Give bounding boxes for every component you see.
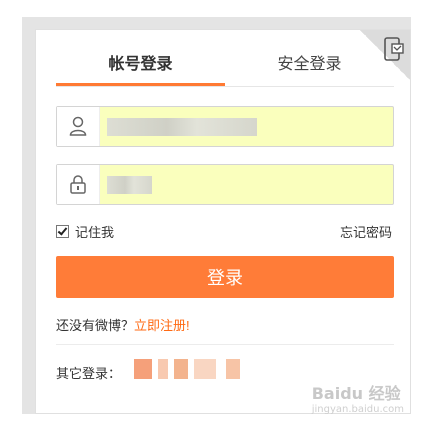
user-icon <box>69 116 87 136</box>
username-field[interactable] <box>56 106 394 147</box>
username-value-masked <box>107 118 257 136</box>
remember-me[interactable]: 记住我 <box>56 222 114 241</box>
divider <box>56 344 394 345</box>
extra-login-icon[interactable] <box>226 359 240 379</box>
watermark-sub: jingyan.baidu.com <box>311 404 404 415</box>
tab-account-login[interactable]: 帐号登录 <box>56 48 225 86</box>
register-prefix: 还没有微博？ <box>56 318 135 333</box>
more-login-icon[interactable] <box>194 359 216 379</box>
password-field[interactable] <box>56 164 394 205</box>
login-card: 帐号登录 安全登录 记住我 忘记密码 登录 还没有微博？立即注册! 其它登录： <box>35 29 411 414</box>
watermark-text: Baidu 经验 <box>311 384 401 403</box>
register-prompt: 还没有微博？立即注册! <box>56 315 190 334</box>
wechat-icon[interactable] <box>174 359 188 379</box>
lock-icon <box>70 175 86 194</box>
weibo-icon[interactable] <box>134 359 152 379</box>
lock-icon-box <box>57 165 100 204</box>
baidu-watermark: Baidu 经验 jingyan.baidu.com <box>312 380 404 415</box>
remember-checkbox[interactable] <box>56 225 69 238</box>
qq-icon[interactable] <box>158 359 168 379</box>
remember-label: 记住我 <box>75 225 115 240</box>
forgot-password-link[interactable]: 忘记密码 <box>340 222 392 241</box>
login-button[interactable]: 登录 <box>56 256 394 298</box>
other-login-label: 其它登录： <box>56 366 122 381</box>
password-value-masked <box>107 176 152 194</box>
tab-secure-login[interactable]: 安全登录 <box>225 48 394 86</box>
login-tabs: 帐号登录 安全登录 <box>56 48 394 87</box>
register-link[interactable]: 立即注册! <box>134 318 190 333</box>
user-icon-box <box>57 107 100 146</box>
